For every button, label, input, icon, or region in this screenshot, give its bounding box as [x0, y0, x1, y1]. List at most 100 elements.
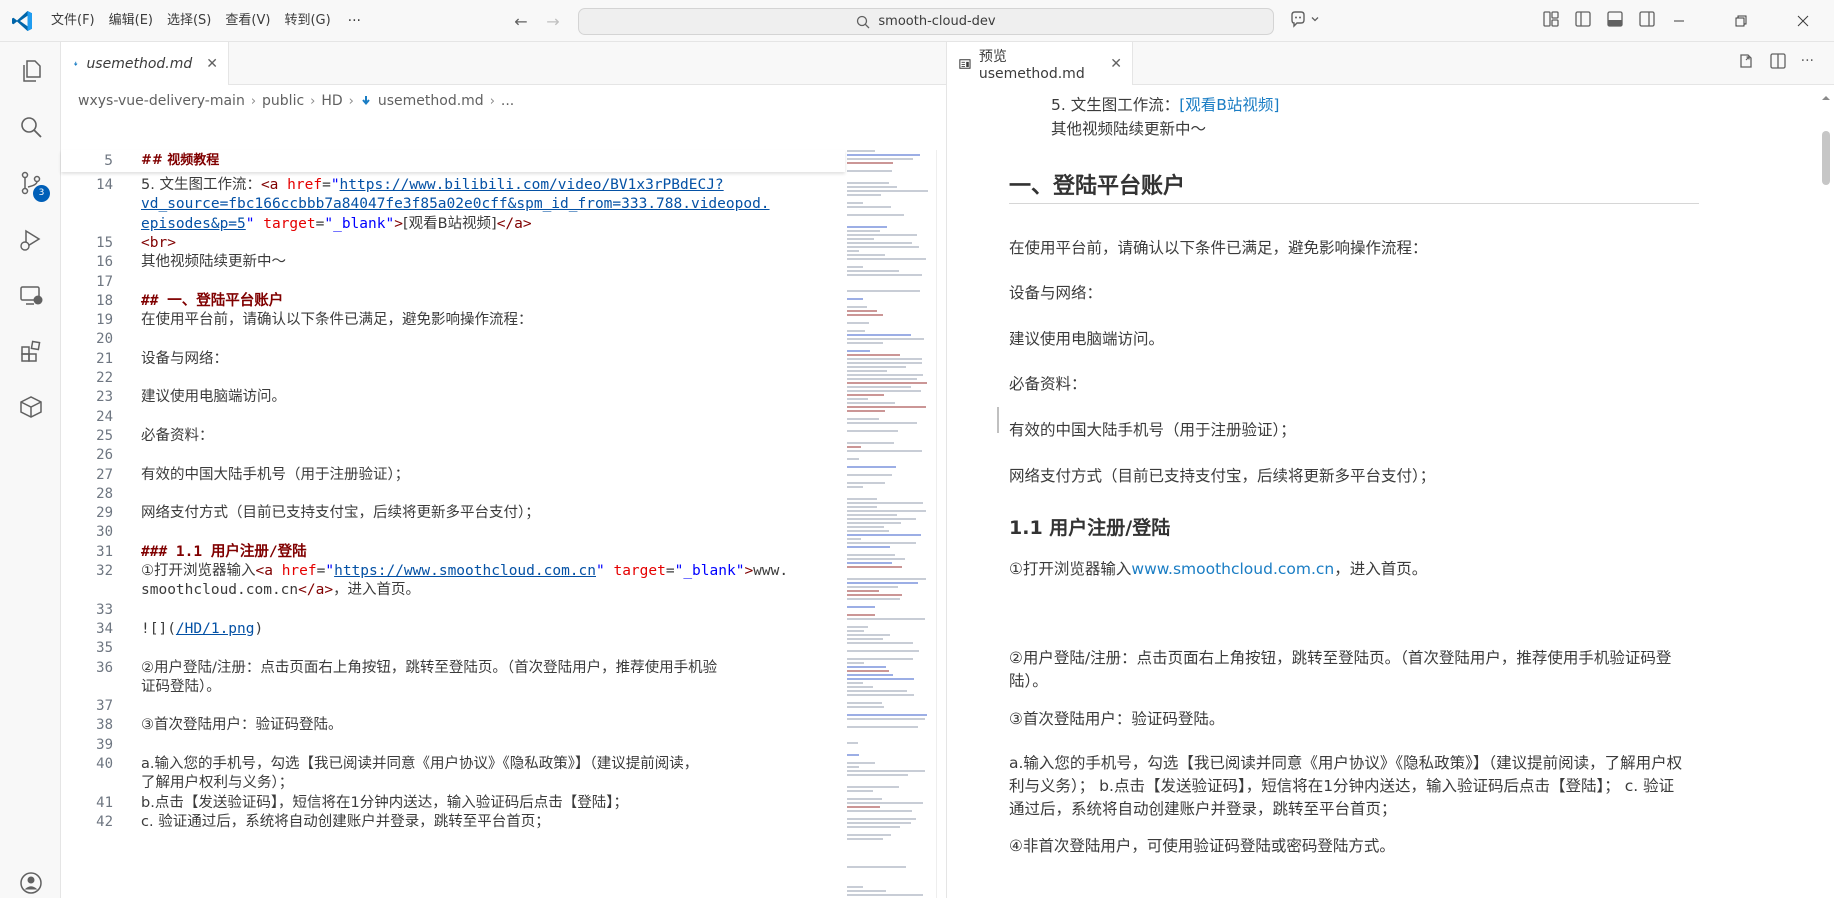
search-view-button[interactable] [0, 103, 61, 151]
open-source-icon[interactable] [1737, 52, 1755, 70]
minimap-line [847, 378, 917, 380]
minimap-line [847, 514, 897, 516]
more-actions-icon[interactable]: ··· [1801, 52, 1814, 70]
subsection-heading: 1.1 用户注册/登陆 [1009, 517, 1171, 539]
minimap-line [847, 430, 898, 432]
menu-more-button[interactable]: ··· [338, 13, 371, 29]
tab-preview-usemethod-md[interactable]: 预览 usemethod.md ✕ [947, 42, 1133, 85]
code-token: 建议使用电脑端访问。 [141, 389, 286, 406]
minimap-line [847, 398, 868, 400]
tab-close-icon[interactable]: ✕ [1110, 56, 1122, 72]
sticky-scroll-header[interactable]: 5 ## 视频教程 [61, 150, 845, 172]
minimap-line [847, 762, 875, 764]
minimap-line [847, 358, 922, 360]
run-debug-button[interactable] [0, 215, 61, 263]
restore-button[interactable] [1710, 0, 1772, 42]
menu-go[interactable]: 转到(G) [277, 8, 337, 34]
copilot-button[interactable] [1288, 9, 1320, 29]
minimap-line [847, 450, 922, 452]
minimap-line [847, 458, 859, 460]
scrollbar-thumb[interactable] [1822, 131, 1830, 185]
toggle-panel-icon[interactable] [1606, 10, 1624, 28]
toggle-primary-sidebar-icon[interactable] [1574, 10, 1592, 28]
close-window-button[interactable] [1772, 0, 1834, 42]
menu-edit[interactable]: 编辑(E) [102, 8, 160, 34]
breadcrumb-item[interactable]: ... [501, 93, 514, 109]
forward-arrow-icon[interactable]: → [540, 9, 566, 33]
remote-explorer-button[interactable] [0, 271, 61, 319]
minimap-line [847, 202, 863, 204]
editor-group-source: usemethod.md ✕ wxys-vue-delivery-main › … [61, 42, 946, 898]
smoothcloud-link[interactable]: www.smoothcloud.com.cn [1131, 560, 1334, 578]
code-line[interactable]: 42 c. 验证通过后，系统将自动创建账户并登录，跳转至平台首页； [61, 811, 845, 833]
containers-button[interactable] [0, 383, 61, 431]
code-token: ③首次登陆用户：验证码登陆。 [141, 717, 343, 734]
minimap-line [847, 818, 916, 820]
menu-selection[interactable]: 选择(S) [160, 8, 218, 34]
breadcrumb-item[interactable]: usemethod.md [378, 93, 484, 109]
minimap-line [847, 894, 923, 896]
bilibili-video-link[interactable]: [观看B站视频] [1179, 96, 1279, 114]
minimap-line [847, 798, 882, 800]
device-label: 设备与网络： [1009, 284, 1103, 302]
minimap-line [847, 394, 884, 396]
minimap-line [847, 718, 925, 720]
scroll-sync-marker [997, 407, 999, 433]
markdown-preview[interactable]: 5. 文生图工作流：[观看B站视频] 其他视频陆续更新中～ 一、登陆平台账户 在… [947, 85, 1817, 898]
minimap-line [847, 606, 875, 608]
menu-file[interactable]: 文件(F) [44, 8, 102, 34]
command-center-search[interactable]: smooth-cloud-dev [578, 8, 1274, 35]
back-arrow-icon[interactable]: ← [508, 9, 534, 33]
minimap-line [847, 186, 897, 188]
tab-close-icon[interactable]: ✕ [206, 56, 218, 72]
extensions-icon [20, 340, 40, 362]
minimap-line [847, 386, 911, 388]
minimap-line [847, 542, 916, 544]
source-control-button[interactable]: 3 [0, 159, 61, 207]
list-item-5: 5. 文生图工作流：[观看B站视频] [1051, 94, 1731, 117]
menu-view[interactable]: 查看(V) [218, 8, 277, 34]
scroll-up-icon[interactable] [1817, 91, 1834, 105]
minimap-line [847, 334, 911, 336]
explorer-button[interactable] [0, 47, 61, 95]
minimap-line [847, 554, 895, 556]
accounts-button[interactable] [0, 859, 61, 898]
minimap-line [847, 230, 880, 232]
minimap-line [847, 290, 920, 292]
minimap-line [847, 598, 900, 600]
code-token: [观看B站视频] [402, 215, 497, 232]
minimap-line [847, 530, 889, 532]
breadcrumb-item[interactable]: HD [321, 93, 342, 109]
minimap-line [847, 422, 917, 424]
extensions-button[interactable] [0, 327, 61, 375]
code-token: ①打开浏览器输入 [141, 563, 256, 579]
minimap-line [847, 826, 900, 828]
minimap-line [847, 226, 887, 228]
split-editor-icon[interactable] [1769, 52, 1787, 70]
run-debug-icon [19, 229, 40, 251]
editor-scrollbar[interactable] [936, 150, 946, 898]
minimap-line [847, 354, 900, 356]
markdown-file-icon [74, 61, 78, 66]
step-2: ②用户登陆/注册：点击页面右上角按钮，跳转至登陆页。（首次登陆用户，推荐使用手机… [1009, 649, 1672, 690]
code-editor[interactable]: 14 5. 文生图工作流：<a href="https://www.bilibil… [61, 150, 845, 898]
preview-scrollbar[interactable] [1817, 85, 1834, 898]
breadcrumb-item[interactable]: wxys-vue-delivery-main [78, 93, 245, 109]
minimap-line [847, 838, 883, 840]
minimap-line [847, 802, 923, 804]
minimize-button[interactable] [1648, 0, 1710, 42]
customize-layout-icon[interactable] [1542, 10, 1560, 28]
minimap-line [847, 274, 922, 276]
markdown-file-icon [362, 96, 370, 106]
code-token: a.输入您的手机号，勾选【我已阅读并同意《用户协议》《隐私政策》】（建议提前阅读… [141, 756, 699, 772]
minimap-line [847, 582, 918, 584]
minimap-line [847, 890, 886, 892]
minimap-line [847, 594, 902, 596]
breadcrumb-item[interactable]: public [262, 93, 304, 109]
tab-usemethod-md[interactable]: usemethod.md ✕ [61, 42, 229, 85]
heading-rule [1009, 203, 1699, 204]
minimap-line [847, 498, 877, 500]
minimap-line [847, 834, 891, 836]
minimap[interactable] [845, 150, 935, 898]
step-4: ④非首次登陆用户，可使用验证码登陆或密码登陆方式。 [1009, 837, 1395, 855]
